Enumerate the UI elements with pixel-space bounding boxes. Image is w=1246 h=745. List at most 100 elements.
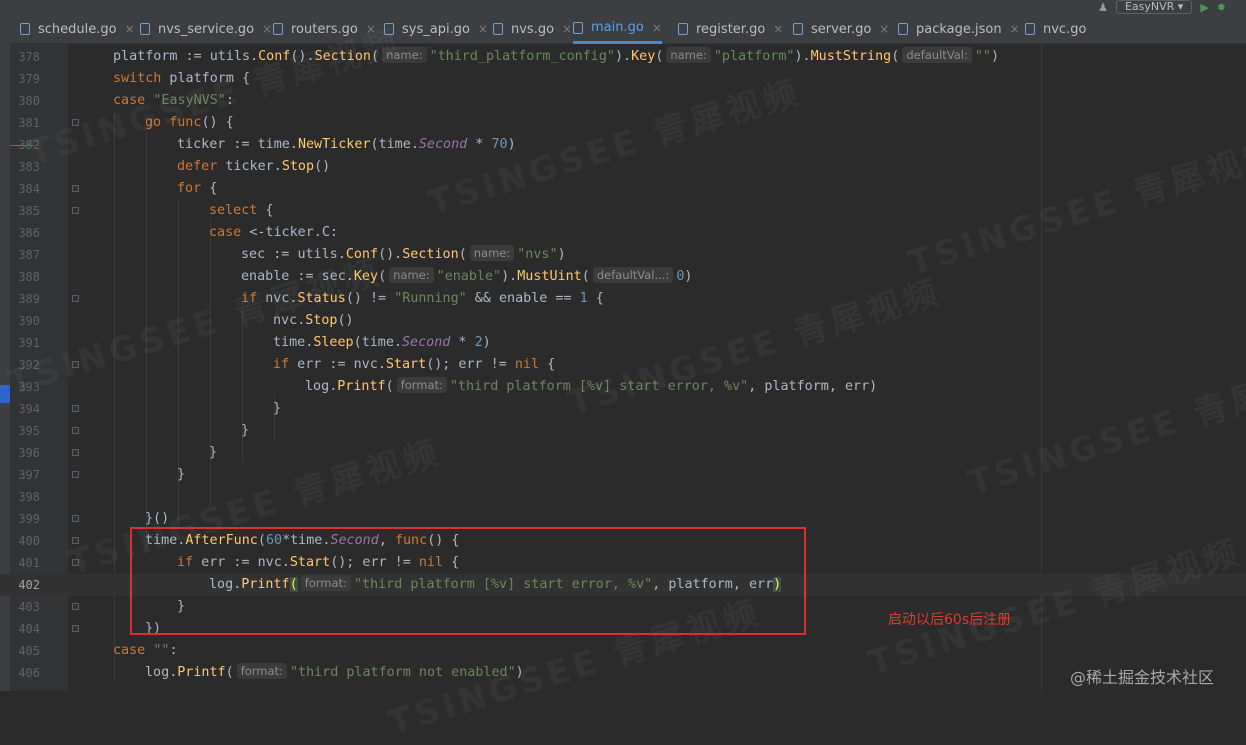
code-text: platform := utils.Conf().Section(name: "t… — [113, 47, 1000, 64]
param-hint: format: — [236, 663, 287, 679]
code-line: 397} — [0, 464, 1246, 486]
go-file-icon — [678, 23, 688, 35]
go-file-icon — [793, 23, 803, 35]
code-text: log.Printf(format: "third platform [%v] s… — [305, 377, 878, 394]
go-file-icon — [140, 23, 150, 35]
fold-icon[interactable] — [72, 427, 79, 434]
tab-schedule-go[interactable]: schedule.go × — [20, 14, 135, 44]
tab-nvs-service-go[interactable]: nvs_service.go × — [140, 14, 272, 44]
code-text: case "": — [113, 643, 178, 658]
close-icon[interactable]: × — [652, 21, 662, 35]
close-icon[interactable]: × — [125, 22, 135, 36]
tab-nvs-go[interactable]: nvs.go × — [493, 14, 572, 44]
close-icon[interactable]: × — [1010, 22, 1020, 36]
go-file-icon — [1025, 23, 1035, 35]
code-text: go func() { — [145, 115, 234, 130]
close-icon[interactable]: × — [879, 22, 889, 36]
run-config-select[interactable]: EasyNVR ▾ — [1115, 0, 1193, 14]
close-icon[interactable]: × — [562, 22, 572, 36]
run-icon[interactable]: ▶ — [1200, 1, 1208, 14]
code-line: 380 case "EasyNVS": — [0, 90, 1246, 112]
code-line: 379 switch platform { — [0, 68, 1246, 90]
tab-register-go[interactable]: register.go × — [678, 14, 783, 44]
code-text: } — [241, 423, 250, 438]
debug-icon[interactable]: ✹ — [1217, 1, 1226, 14]
code-line: 393 log.Printf(format: "third platform [%v… — [0, 376, 1246, 398]
fold-icon[interactable] — [72, 361, 79, 368]
annotation-note: 启动以后60s后注册 — [888, 612, 1012, 628]
code-line: 388 enable := sec.Key(name: "enable").Must… — [0, 266, 1246, 288]
fold-icon[interactable] — [72, 515, 79, 522]
json-file-icon — [898, 23, 908, 35]
param-hint: name: — [469, 245, 515, 261]
param-hint: name: — [666, 47, 711, 63]
code-text: } — [177, 467, 186, 482]
code-text: } — [209, 445, 218, 460]
code-line: 386 case <-ticker.C: — [0, 222, 1246, 244]
code-text: nvc.Stop() — [273, 313, 354, 328]
code-text: ticker := time.NewTicker(time.Second * 7… — [177, 137, 516, 152]
fold-icon[interactable] — [72, 207, 79, 214]
code-text: sec := utils.Conf().Section(name: "nvs") — [241, 245, 566, 262]
code-text: defer ticker.Stop() — [177, 159, 331, 174]
code-line: 384 for { — [0, 178, 1246, 200]
highlight-box — [130, 527, 806, 635]
code-line: 381 go func() { — [0, 112, 1246, 134]
param-hint: defaultVal: — [902, 47, 972, 63]
user-icon[interactable]: ♟ — [1098, 1, 1108, 14]
go-file-icon — [493, 23, 503, 35]
close-icon[interactable]: × — [773, 22, 783, 36]
fold-icon[interactable] — [72, 625, 79, 632]
code-text: log.Printf(format: "third platform not en… — [145, 663, 524, 680]
code-line: 396} — [0, 442, 1246, 464]
code-text: select { — [209, 203, 274, 218]
param-hint: name: — [389, 267, 434, 283]
code-line: 405 case "": — [0, 640, 1246, 662]
go-file-icon — [384, 23, 394, 35]
fold-icon[interactable] — [72, 119, 79, 126]
code-text: case <-ticker.C: — [209, 225, 338, 240]
tab-main-go[interactable]: main.go × — [573, 14, 662, 44]
fold-icon[interactable] — [72, 295, 79, 302]
tab-package-json[interactable]: package.json × — [898, 14, 1020, 44]
fold-icon[interactable] — [72, 185, 79, 192]
close-icon[interactable]: × — [262, 22, 272, 36]
code-text: case "EasyNVS": — [113, 93, 234, 108]
code-text: if err := nvc.Start(); err != nil { — [273, 357, 556, 372]
fold-icon[interactable] — [72, 559, 79, 566]
fold-icon[interactable] — [72, 449, 79, 456]
fold-icon[interactable] — [72, 471, 79, 478]
tab-server-go[interactable]: server.go × — [793, 14, 889, 44]
code-line: 382 ticker := time.NewTicker(time.Second … — [0, 134, 1246, 156]
tab-routers-go[interactable]: routers.go × — [273, 14, 376, 44]
code-line: 394} — [0, 398, 1246, 420]
code-line: 378 platform := utils.Conf().Section(name… — [0, 46, 1246, 68]
code-text: enable := sec.Key(name: "enable").MustUin… — [241, 267, 693, 284]
fold-icon[interactable] — [72, 537, 79, 544]
code-line: 387 sec := utils.Conf().Section(name: "nvs… — [0, 244, 1246, 266]
tab-sys-api-go[interactable]: sys_api.go × — [384, 14, 488, 44]
close-icon[interactable]: × — [366, 22, 376, 36]
code-text: for { — [177, 181, 218, 196]
param-hint: format: — [396, 377, 447, 393]
close-icon[interactable]: × — [478, 22, 488, 36]
fold-icon[interactable] — [72, 603, 79, 610]
fold-icon[interactable] — [72, 405, 79, 412]
code-text: switch platform { — [113, 71, 251, 86]
code-line: 395} — [0, 420, 1246, 442]
code-line: 406 log.Printf(format: "third platform not… — [0, 662, 1246, 684]
tab-nvc-go[interactable]: nvc.go — [1025, 14, 1086, 44]
editor-tab-bar: schedule.go × nvs_service.go × routers.go ×… — [10, 0, 1246, 44]
go-file-icon — [20, 23, 30, 35]
param-hint: defaultVal...: — [592, 267, 674, 283]
code-text: } — [273, 401, 282, 416]
code-text: if nvc.Status() != "Running" && enable =… — [241, 291, 604, 306]
param-hint: name: — [382, 47, 427, 63]
code-line: 391 time.Sleep(time.Second * 2) — [0, 332, 1246, 354]
source-watermark: @稀土掘金技术社区 — [1070, 668, 1215, 687]
run-toolbar: ♟ EasyNVR ▾ ▶ ✹ — [1098, 0, 1226, 14]
code-text: time.Sleep(time.Second * 2) — [273, 335, 491, 350]
code-line: 390 nvc.Stop() — [0, 310, 1246, 332]
code-line: 398 — [18, 490, 40, 504]
code-line: 383 defer ticker.Stop() — [0, 156, 1246, 178]
